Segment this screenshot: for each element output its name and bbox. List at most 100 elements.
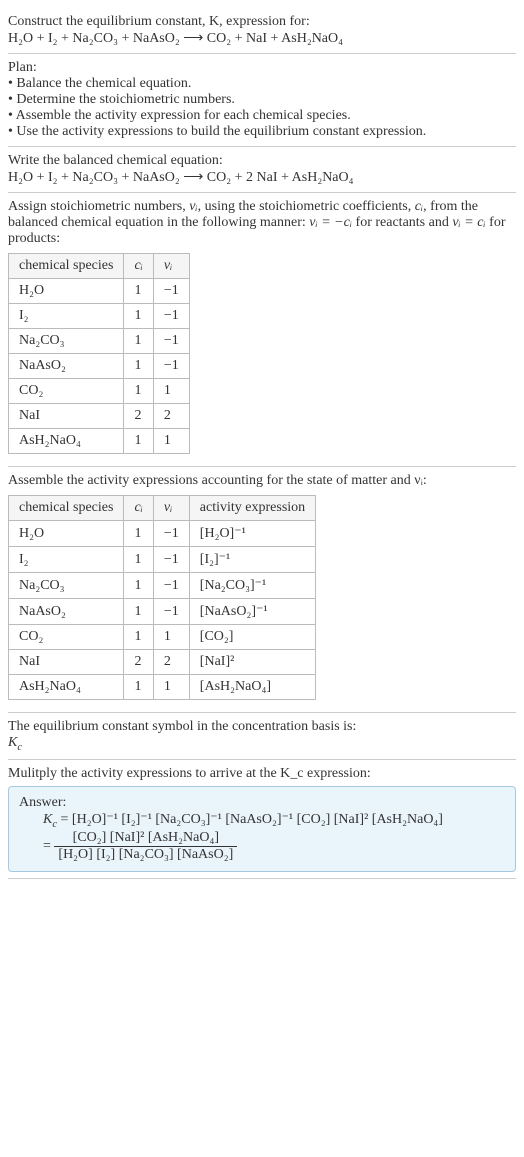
th-species: chemical species — [9, 254, 124, 279]
th-activity: activity expression — [189, 496, 315, 521]
cell: 1 — [124, 573, 153, 599]
table-row: Na₂CO₃1−1 — [9, 329, 190, 354]
cell: H₂O — [9, 279, 124, 304]
plan-bullet-2: • Assemble the activity expression for e… — [8, 108, 516, 124]
plan-bullet-2-text: Assemble the activity expression for eac… — [16, 108, 351, 123]
cell: 1 — [153, 675, 189, 700]
th-ci: cᵢ — [124, 496, 153, 521]
cell: [Na₂CO₃]⁻¹ — [189, 573, 315, 599]
assign-rule2: νᵢ = cᵢ — [452, 215, 485, 230]
table-row: AsH₂NaO₄11 — [9, 429, 190, 454]
cell: 1 — [153, 379, 189, 404]
th-nu: νᵢ — [153, 496, 189, 521]
assign-text: Assign stoichiometric numbers, νᵢ, using… — [8, 199, 516, 247]
th-nu: νᵢ — [153, 254, 189, 279]
th-species: chemical species — [9, 496, 124, 521]
answer-fraction: = [CO₂] [NaI]² [AsH₂NaO₄] [H₂O] [I₂] [Na… — [43, 830, 505, 863]
intro-line1: Construct the equilibrium constant, K, e… — [8, 14, 516, 30]
activity-title: Assemble the activity expressions accoun… — [8, 473, 516, 489]
activity-table: chemical species cᵢ νᵢ activity expressi… — [8, 495, 316, 700]
denominator: [H₂O] [I₂] [Na₂CO₃] [NaAsO₂] — [54, 847, 237, 863]
intro-equation: H₂O + I₂ + Na₂CO₃ + NaAsO₂ ⟶ CO₂ + NaI +… — [8, 30, 516, 47]
cell: [AsH₂NaO₄] — [189, 675, 315, 700]
cell: 1 — [153, 625, 189, 650]
cell: I₂ — [9, 547, 124, 573]
cell: 2 — [153, 650, 189, 675]
plan-title: Plan: — [8, 60, 516, 76]
assign-t2: , using the stoichiometric coefficients, — [198, 199, 415, 214]
table-row: NaAsO₂1−1 — [9, 354, 190, 379]
table-row: AsH₂NaO₄11[AsH₂NaO₄] — [9, 675, 316, 700]
plan-bullet-3: • Use the activity expressions to build … — [8, 124, 516, 140]
multiply-title: Mulitply the activity expressions to arr… — [8, 766, 516, 782]
cell: −1 — [153, 547, 189, 573]
th-ci-text: cᵢ — [134, 258, 142, 273]
table-row: I₂1−1 — [9, 304, 190, 329]
cell: Na₂CO₃ — [9, 573, 124, 599]
cell: −1 — [153, 304, 189, 329]
cell: 1 — [124, 625, 153, 650]
assign-t1: Assign stoichiometric numbers, — [8, 199, 189, 214]
cell: [I₂]⁻¹ — [189, 547, 315, 573]
cell: 2 — [124, 650, 153, 675]
th-ci-text: cᵢ — [134, 500, 142, 515]
intro-section: Construct the equilibrium constant, K, e… — [8, 8, 516, 54]
cell: [H₂O]⁻¹ — [189, 521, 315, 547]
cell: [NaAsO₂]⁻¹ — [189, 599, 315, 625]
cell: 1 — [124, 329, 153, 354]
cell: 1 — [124, 521, 153, 547]
cell: NaAsO₂ — [9, 354, 124, 379]
cell: NaAsO₂ — [9, 599, 124, 625]
cell: H₂O — [9, 521, 124, 547]
table-row: NaI22[NaI]² — [9, 650, 316, 675]
plan-bullet-3-text: Use the activity expressions to build th… — [16, 124, 426, 139]
cell: −1 — [153, 573, 189, 599]
cell: 1 — [124, 547, 153, 573]
symbol-value: Kc — [8, 735, 516, 753]
cell: AsH₂NaO₄ — [9, 429, 124, 454]
table-row: H₂O1−1 — [9, 279, 190, 304]
th-nu-text: νᵢ — [164, 258, 172, 273]
cell: −1 — [153, 521, 189, 547]
cell: CO₂ — [9, 379, 124, 404]
answer-box: Answer: Kc = K_c = [H₂O]⁻¹ [I₂]⁻¹ [Na₂CO… — [8, 786, 516, 872]
assign-section: Assign stoichiometric numbers, νᵢ , using… — [8, 193, 516, 467]
stoich-table: chemical species cᵢ νᵢ H₂O1−1 I₂1−1 Na₂C… — [8, 253, 190, 454]
cell: Na₂CO₃ — [9, 329, 124, 354]
numerator: [CO₂] [NaI]² [AsH₂NaO₄] — [54, 830, 237, 847]
table-row: H₂O1−1[H₂O]⁻¹ — [9, 521, 316, 547]
table-row: Na₂CO₃1−1[Na₂CO₃]⁻¹ — [9, 573, 316, 599]
assign-ci: cᵢ — [415, 199, 423, 214]
balanced-section: Write the balanced chemical equation: H₂… — [8, 147, 516, 193]
cell: 1 — [153, 429, 189, 454]
cell: I₂ — [9, 304, 124, 329]
assign-rule1: νᵢ = −cᵢ — [309, 215, 352, 230]
cell: 2 — [124, 404, 153, 429]
cell: AsH₂NaO₄ — [9, 675, 124, 700]
cell: −1 — [153, 329, 189, 354]
cell: CO₂ — [9, 625, 124, 650]
table-header-row: chemical species cᵢ νᵢ activity expressi… — [9, 496, 316, 521]
cell: 1 — [124, 379, 153, 404]
cell: NaI — [9, 650, 124, 675]
table-row: I₂1−1[I₂]⁻¹ — [9, 547, 316, 573]
cell: −1 — [153, 599, 189, 625]
cell: [CO₂] — [189, 625, 315, 650]
table-header-row: chemical species cᵢ νᵢ — [9, 254, 190, 279]
table-row: NaAsO₂1−1[NaAsO₂]⁻¹ — [9, 599, 316, 625]
plan-bullet-0-text: Balance the chemical equation. — [16, 76, 191, 91]
cell: 1 — [124, 675, 153, 700]
table-row: CO₂11 — [9, 379, 190, 404]
th-nu-text: νᵢ — [164, 500, 172, 515]
answer-label: Answer: — [19, 795, 505, 811]
cell: 1 — [124, 429, 153, 454]
fraction: [CO₂] [NaI]² [AsH₂NaO₄] [H₂O] [I₂] [Na₂C… — [54, 830, 237, 863]
multiply-section: Mulitply the activity expressions to arr… — [8, 760, 516, 879]
table-row: CO₂11[CO₂] — [9, 625, 316, 650]
cell: −1 — [153, 279, 189, 304]
cell: NaI — [9, 404, 124, 429]
plan-bullet-1-text: Determine the stoichiometric numbers. — [16, 92, 235, 107]
th-ci: cᵢ — [124, 254, 153, 279]
balanced-equation: H₂O + I₂ + Na₂CO₃ + NaAsO₂ ⟶ CO₂ + 2 NaI… — [8, 169, 516, 186]
balanced-title: Write the balanced chemical equation: — [8, 153, 516, 169]
